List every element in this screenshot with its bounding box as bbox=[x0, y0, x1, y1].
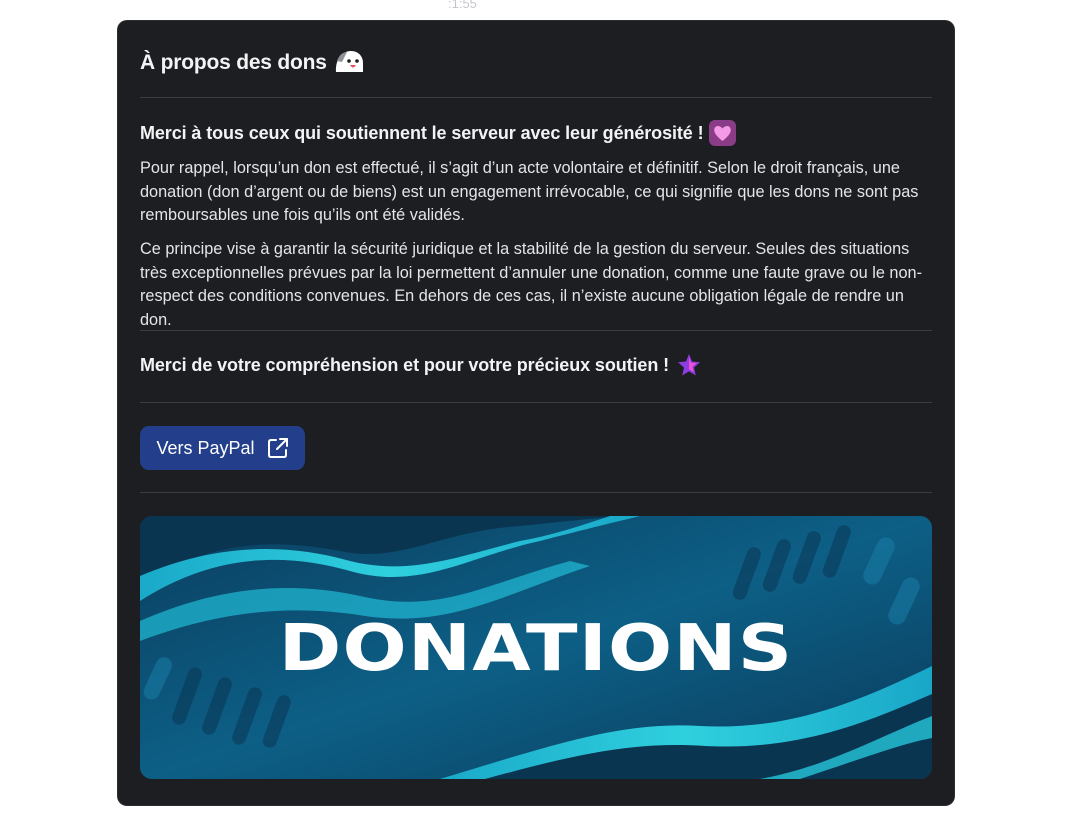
thanks-heading-text: Merci à tous ceux qui soutiennent le ser… bbox=[140, 122, 704, 143]
thanks-closing-text: Merci de votre compréhension et pour vot… bbox=[140, 354, 670, 375]
divider bbox=[140, 402, 932, 403]
thanks-heading: Merci à tous ceux qui soutiennent le ser… bbox=[140, 120, 736, 146]
purple-star-emoji-icon bbox=[677, 353, 701, 377]
divider bbox=[140, 492, 932, 493]
ghost-face-emoji-icon bbox=[333, 47, 365, 78]
thanks-closing: Merci de votre compréhension et pour vot… bbox=[140, 353, 701, 377]
paragraph-refund-policy: Pour rappel, lorsqu’un don est effectué,… bbox=[140, 159, 919, 224]
pink-heart-emoji-icon bbox=[708, 120, 736, 146]
external-link-icon bbox=[267, 437, 289, 459]
divider bbox=[140, 97, 932, 98]
embed-title-row: À propos des dons bbox=[140, 47, 365, 78]
divider bbox=[140, 330, 932, 331]
paypal-button-label: Vers PayPal bbox=[156, 437, 255, 458]
message-timestamp: :1:55 bbox=[448, 0, 477, 11]
banner-title: DONATIONS bbox=[278, 612, 794, 686]
donations-banner-image: DONATIONS bbox=[140, 516, 932, 779]
paragraph-legal-principle: Ce principe vise à garantir la sécurité … bbox=[140, 240, 922, 329]
embed-card: À propos des dons Merci à tous ceux qui … bbox=[118, 21, 954, 805]
paypal-link-button[interactable]: Vers PayPal bbox=[140, 426, 305, 470]
embed-title: À propos des dons bbox=[140, 50, 327, 74]
